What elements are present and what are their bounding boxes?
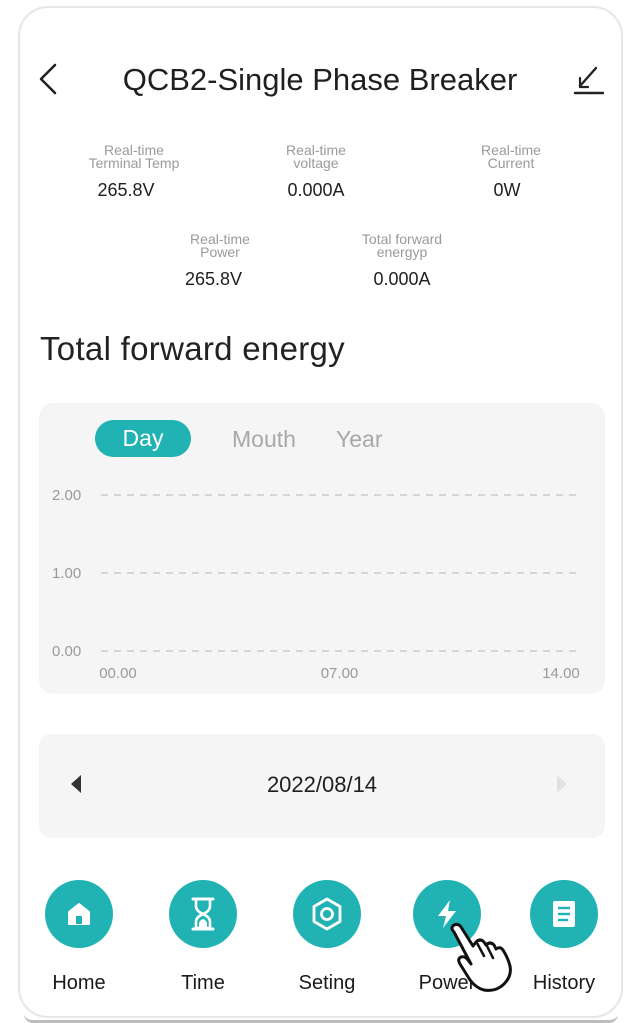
x-tick-label: 07.00 <box>321 665 359 682</box>
nav-time-label: Time <box>181 972 225 994</box>
energy-chart-card: Day Mouth Year 0.00 1.00 2.00 00.00 07.00 14.… <box>39 403 605 694</box>
y-tick-label: 1.00 <box>52 565 81 582</box>
settings-hexagon-icon <box>312 897 342 931</box>
nav-home-circle <box>45 880 113 948</box>
stat-label: Total forward energyp <box>361 231 443 260</box>
nav-history-label: History <box>532 972 596 994</box>
hourglass-icon <box>191 897 215 931</box>
x-tick-label: 00.00 <box>99 665 137 682</box>
stat-current: Real-time Current 0W <box>441 142 581 201</box>
edit-button[interactable] <box>572 64 606 96</box>
nav-history-circle <box>530 880 598 948</box>
document-icon <box>553 901 575 927</box>
nav-time[interactable]: Time <box>148 880 258 995</box>
stat-label: Real-time Terminal Temp <box>88 142 180 171</box>
stat-value: 0.000A <box>287 180 345 200</box>
edit-pencil-icon <box>573 66 605 95</box>
stat-voltage: Real-time voltage 0.000A <box>246 142 386 201</box>
stat-value: 0W <box>493 180 521 200</box>
stat-label: Real-time Power <box>190 231 250 260</box>
app-header: QCB2-Single Phase Breaker <box>0 52 625 108</box>
stat-value: 265.8V <box>184 269 243 289</box>
nav-seting-label: Seting <box>298 972 356 994</box>
nav-history[interactable]: History <box>509 880 619 995</box>
date-selector: 2022/08/14 <box>39 734 605 838</box>
page-title: QCB2-Single Phase Breaker <box>122 62 518 97</box>
y-tick-label: 0.00 <box>52 643 81 660</box>
energy-line-chart: 0.00 1.00 2.00 00.00 07.00 14.00 <box>52 487 582 682</box>
nav-home[interactable]: Home <box>24 880 134 995</box>
section-title: Total forward energy <box>40 330 345 367</box>
stat-power: Real-time Power 265.8V <box>150 231 290 290</box>
stat-label: Real-time Current <box>481 142 541 171</box>
stat-value: 0.000A <box>373 269 431 289</box>
y-tick-label: 2.00 <box>52 487 81 504</box>
stat-value: 265.8V <box>97 180 155 200</box>
stat-label: Real-time voltage <box>286 142 346 171</box>
nav-time-circle <box>169 880 237 948</box>
nav-seting-circle <box>293 880 361 948</box>
nav-seting[interactable]: Seting <box>272 880 382 995</box>
home-icon <box>68 903 90 925</box>
caret-right-icon <box>557 775 567 793</box>
stat-total-forward-energy: Total forward energyp 0.000A <box>332 231 472 290</box>
next-date-button[interactable] <box>555 774 569 799</box>
tap-hand-cursor-icon <box>450 922 512 992</box>
current-date: 2022/08/14 <box>266 772 378 797</box>
x-tick-label: 14.00 <box>542 665 580 682</box>
stat-terminal-temp: Real-time Terminal Temp 265.8V <box>64 142 204 201</box>
nav-home-label: Home <box>52 972 106 994</box>
phone-frame-shadow <box>24 1014 618 1023</box>
